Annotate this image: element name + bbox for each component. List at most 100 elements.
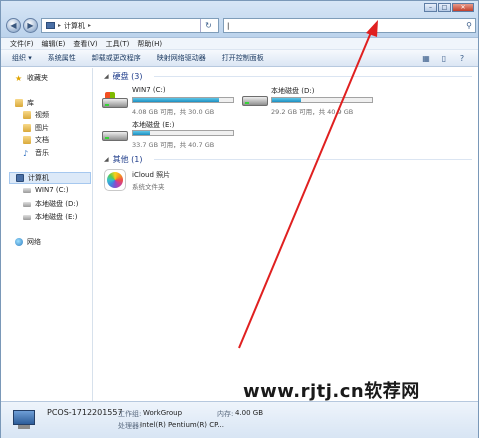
explorer-window: – □ ✕ ◀ ▶ ▸ 计算机 ▸ ↻ ⚲ 文件(F) 编辑(E) 查看(V) … [0,0,479,438]
forward-button[interactable]: ▶ [23,18,38,33]
drive-space-text: 29.2 GB 可用，共 40.9 GB [271,108,354,116]
computer-icon [46,22,55,29]
minimize-button[interactable]: – [424,3,437,12]
menu-help[interactable]: 帮助(H) [137,39,162,49]
memory-label: 内存: [217,410,234,418]
group-title: 其他 (1) [112,155,143,164]
group-divider [154,76,472,77]
drive-icon [23,201,31,207]
content-pane: ◢ 硬盘 (3) WIN7 (C:) 4.08 GB 可用，共 30.0 GB … [94,68,478,401]
document-folder-icon [23,136,31,144]
breadcrumb-separator[interactable]: ▸ [88,22,91,29]
back-arrow-icon: ◀ [10,21,17,30]
nav-computer-label: 计算机 [28,174,49,182]
drive-icon [102,125,128,145]
breadcrumb-computer[interactable]: 计算机 [64,21,85,31]
processor-value: Intel(R) Pentium(R) CP... [140,421,224,429]
group-header-hdd[interactable]: ◢ 硬盘 (3) [104,71,143,82]
breadcrumb-separator: ▸ [58,22,62,29]
refresh-button[interactable]: ↻ [200,19,216,32]
item-description: 系统文件夹 [132,183,165,191]
nav-computer[interactable]: 计算机 [9,172,91,184]
group-divider [154,159,472,160]
computer-name: PCOS-1712201557 [47,408,123,417]
nav-drive-label: WIN7 (C:) [35,186,69,194]
star-icon: ★ [15,74,23,83]
change-view-icon[interactable]: ▦ [420,53,432,64]
drive-name: 本地磁盘 (E:) [132,121,175,129]
computer-icon [16,174,24,182]
preview-pane-icon[interactable]: ▯ [438,53,450,64]
nav-drive-label: 本地磁盘 (D:) [35,200,79,208]
nav-item-label: 视频 [35,111,49,119]
nav-item-label: 文档 [35,136,49,144]
open-control-panel-button[interactable]: 打开控制面板 [222,53,264,63]
menu-view[interactable]: 查看(V) [73,39,97,49]
drive-name: 本地磁盘 (D:) [271,87,315,95]
nav-network[interactable]: 网络 [15,237,41,247]
nav-item-label: 音乐 [35,149,49,157]
memory-value: 4.00 GB [235,409,264,417]
video-folder-icon [23,111,31,119]
system-properties-button[interactable]: 系统属性 [48,53,76,63]
back-button[interactable]: ◀ [6,18,21,33]
collapse-arrow-icon[interactable]: ◢ [104,73,109,80]
drive-icon [23,187,31,193]
menu-bar: 文件(F) 编辑(E) 查看(V) 工具(T) 帮助(H) [1,38,478,50]
close-button[interactable]: ✕ [452,3,474,12]
uninstall-program-button[interactable]: 卸载或更改程序 [92,53,141,63]
drive-space-text: 33.7 GB 可用，共 40.7 GB [132,141,215,149]
system-drive-icon [102,92,128,112]
drive-usage-fill [133,131,150,135]
menu-edit[interactable]: 编辑(E) [42,39,66,49]
search-input[interactable] [224,19,460,32]
drive-usage-fill [133,98,219,102]
window-caption-buttons: – □ ✕ [424,3,474,12]
title-bar: – □ ✕ ◀ ▶ ▸ 计算机 ▸ ↻ ⚲ [1,1,478,38]
drive-usage-fill [272,98,301,102]
workgroup-value: WorkGroup [143,409,183,417]
help-icon[interactable]: ? [456,53,468,64]
drive-usage-bar [132,97,234,103]
nav-drive-c[interactable]: WIN7 (C:) [23,186,69,194]
nav-library-videos[interactable]: 视频 [23,110,49,120]
nav-library[interactable]: 库 [15,98,34,108]
computer-icon [11,410,37,430]
map-network-drive-button[interactable]: 映射网络驱动器 [157,53,206,63]
collapse-arrow-icon[interactable]: ◢ [104,156,109,163]
drive-usage-bar [271,97,373,103]
navigation-pane: ★ 收藏夹 库 视频 图片 文档 ♪ 音乐 计算机 WIN7 (C:) 本地磁盘… [1,68,93,401]
library-icon [15,99,23,107]
menu-file[interactable]: 文件(F) [10,39,34,49]
nav-library-music[interactable]: ♪ 音乐 [23,148,49,158]
nav-drive-label: 本地磁盘 (E:) [35,213,78,221]
maximize-button[interactable]: □ [438,3,451,12]
drive-icon [23,214,31,220]
organize-button[interactable]: 组织 ▾ [12,53,32,63]
nav-item-label: 图片 [35,124,49,132]
address-bar[interactable]: ▸ 计算机 ▸ [41,18,219,33]
nav-drive-e[interactable]: 本地磁盘 (E:) [23,212,77,222]
drive-usage-bar [132,130,234,136]
picture-folder-icon [23,124,31,132]
menu-tools[interactable]: 工具(T) [106,39,130,49]
details-pane: PCOS-1712201557 工作组: WorkGroup 内存: 4.00 … [1,401,478,438]
group-title: 硬盘 (3) [112,72,143,81]
command-bar: 组织 ▾ 系统属性 卸载或更改程序 映射网络驱动器 打开控制面板 [1,50,478,67]
nav-library-documents[interactable]: 文档 [23,135,49,145]
processor-label: 处理器: [118,422,142,430]
nav-library-pictures[interactable]: 图片 [23,123,49,133]
forward-arrow-icon: ▶ [27,21,34,30]
nav-favorites[interactable]: ★ 收藏夹 [15,73,48,83]
network-icon [15,238,23,246]
nav-network-label: 网络 [27,238,41,246]
music-icon: ♪ [23,149,29,158]
workgroup-label: 工作组: [118,410,142,418]
nav-drive-d[interactable]: 本地磁盘 (D:) [23,199,78,209]
nav-favorites-label: 收藏夹 [27,74,48,82]
group-header-other[interactable]: ◢ 其他 (1) [104,154,143,165]
drive-icon [242,90,268,110]
search-icon[interactable]: ⚲ [466,21,472,30]
view-controls: ▦ ▯ ? [420,53,468,64]
icloud-photos-icon [104,169,126,191]
